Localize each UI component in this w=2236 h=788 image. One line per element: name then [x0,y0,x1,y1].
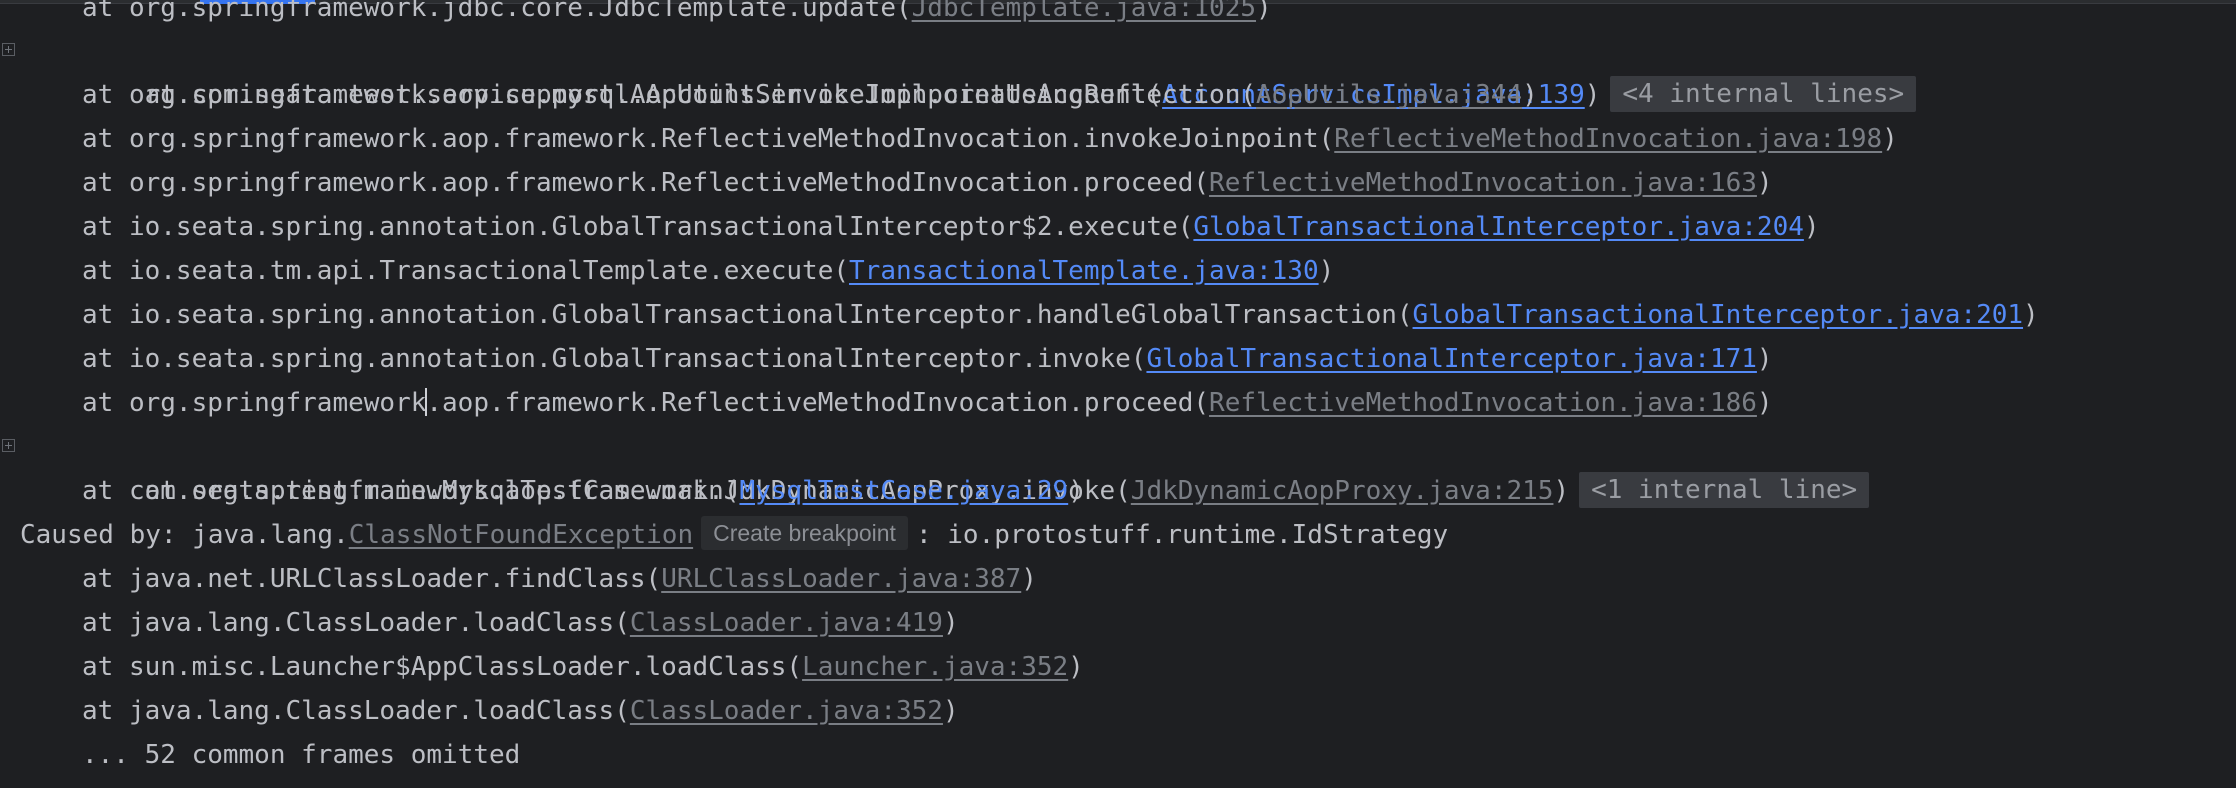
exception-message: : io.protostuff.runtime.IdStrategy [915,520,1449,550]
source-link[interactable]: ReflectiveMethodInvocation.java:198 [1334,124,1882,154]
frame-suffix: ) [1256,0,1272,23]
frame-text: at sun.misc.Launcher$AppClassLoader.load… [82,652,803,682]
omitted-frames-line: ... 52 common frames omitted [82,740,521,770]
frame-suffix: ) [1756,388,1773,418]
stack-frame: at io.seata.tm.api.TransactionalTemplate… [0,249,1334,293]
source-link[interactable]: AopUtils.java:344 [1256,80,1522,110]
source-link[interactable]: ClassLoader.java:419 [630,608,943,638]
frame-text: at org.springframework.aop.framework.Ref… [82,124,1335,154]
stack-frame: at io.seata.spring.annotation.GlobalTran… [0,205,1820,249]
frame-text: at io.seata.spring.annotation.GlobalTran… [82,300,1413,330]
frame-text: at org.springframework.aop.framework.Ref… [82,168,1210,198]
frame-suffix: ) [1522,80,1538,110]
stack-frame: at org.springframework.aop.framework.Jdk… [0,425,1870,508]
source-link[interactable]: MysqlTestCase.java:29 [739,476,1068,506]
create-breakpoint-button[interactable]: Create breakpoint [701,516,908,550]
frame-suffix: ) [1882,124,1898,154]
frame-text: at io.seata.spring.annotation.GlobalTran… [82,212,1194,242]
internal-lines-fold[interactable]: <4 internal lines> [1610,76,1917,112]
frame-text: at org.springframework.aop.support.AopUt… [82,80,1256,110]
source-link[interactable]: JdkDynamicAopProxy.java:215 [1131,476,1554,506]
frame-text: at java.lang.ClassLoader.loadClass( [82,696,630,726]
source-link[interactable]: GlobalTransactionalInterceptor.java:171 [1146,344,1756,374]
stack-frame: at com.seata.test.main.MysqlTestCase.mai… [0,469,1084,513]
expand-fold-icon[interactable] [2,43,15,56]
internal-lines-fold[interactable]: <1 internal line> [1579,472,1870,508]
stack-frame: at io.seata.spring.annotation.GlobalTran… [0,293,2039,337]
stack-frame: at java.net.URLClassLoader.findClass(URL… [0,557,1037,601]
stack-frame-partial: at org.springframework.jdbc.core.JdbcTem… [0,0,1272,30]
source-link[interactable]: GlobalTransactionalInterceptor.java:201 [1413,300,2023,330]
frame-suffix: ) [1021,564,1037,594]
frame-suffix: ) [942,696,959,726]
frame-suffix: ) [1756,168,1773,198]
stack-frame: at java.lang.ClassLoader.loadClass(Class… [0,601,959,645]
source-link[interactable]: ClassLoader.java:352 [630,696,943,726]
source-link[interactable]: JdbcTemplate.java:1025 [912,0,1256,23]
source-link[interactable]: GlobalTransactionalInterceptor.java:204 [1193,212,1803,242]
caused-by-line: Caused by: java.lang.ClassNotFoundExcept… [0,513,1448,557]
frame-text: at org.springframework.jdbc.core.JdbcTem… [82,0,912,23]
frame-text: at java.lang.ClassLoader.loadClass( [82,608,630,638]
frame-text: at io.seata.spring.annotation.GlobalTran… [82,344,1147,374]
stack-frame: at com.seata.test.service.mysql.AccountS… [0,29,1917,112]
frame-suffix: ) [1803,212,1820,242]
frame-suffix: ) [1584,80,1601,110]
stack-frame: at org.springframework.aop.framework.Ref… [0,117,1898,161]
frame-suffix: ) [1756,344,1773,374]
frame-text: .aop.framework.ReflectiveMethodInvocatio… [426,388,1210,418]
stack-frame: at java.lang.ClassLoader.loadClass(Class… [0,689,959,733]
stack-frame: at org.springframework.aop.support.AopUt… [0,73,1538,117]
frame-suffix: ) [942,608,959,638]
frame-text: at java.net.URLClassLoader.findClass( [82,564,662,594]
frame-suffix: ) [1068,652,1084,682]
stack-frame: at io.seata.spring.annotation.GlobalTran… [0,337,1773,381]
expand-fold-icon[interactable] [2,439,15,452]
stack-frame: at org.springframework.aop.framework.Ref… [0,161,1773,205]
frame-suffix: ) [1068,476,1084,506]
caused-by-prefix: Caused by: java.lang. [20,520,349,550]
frame-text: at com.seata.test.main.MysqlTestCase.mai… [82,476,740,506]
frame-suffix: ) [2023,300,2039,330]
frame-suffix: ) [1553,476,1570,506]
source-link[interactable]: ReflectiveMethodInvocation.java:163 [1209,168,1757,198]
source-link[interactable]: Launcher.java:352 [802,652,1068,682]
stack-frame: at sun.misc.Launcher$AppClassLoader.load… [0,645,1084,689]
source-link[interactable]: ReflectiveMethodInvocation.java:186 [1209,388,1757,418]
source-link[interactable]: URLClassLoader.java:387 [661,564,1021,594]
source-link[interactable]: TransactionalTemplate.java:130 [849,256,1319,286]
frame-text: at io.seata.tm.api.TransactionalTemplate… [82,256,850,286]
frame-suffix: ) [1318,256,1335,286]
run-console: at org.springframework.jdbc.core.JdbcTem… [0,0,2236,788]
exception-class-link[interactable]: ClassNotFoundException [349,520,693,550]
frame-text: at org.springframework [82,388,427,418]
stack-frame: at org.springframework.aop.framework.Ref… [0,381,1773,425]
